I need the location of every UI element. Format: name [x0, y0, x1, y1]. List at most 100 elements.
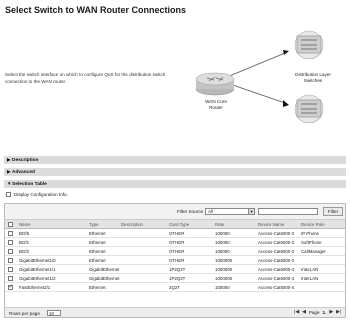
section-advanced-label: Advanced — [12, 170, 35, 175]
filter-source-label: Filter Source — [177, 209, 204, 214]
section-advanced[interactable]: ▶ Advanced — [4, 168, 346, 176]
cell-rate: 100000 — [215, 249, 230, 254]
cell-device-role: SoftPhone — [301, 240, 322, 245]
table-row[interactable]: BGf2 Ethernet OTHER 100000 Access-Cat600… — [5, 247, 345, 256]
cell-device-name: Access-Cat6000-3 — [258, 240, 295, 245]
table-row[interactable]: GigabitEthernet1/0 Ethernet OTHER 100000… — [5, 256, 345, 265]
link-arrow-top — [283, 50, 289, 55]
filter-source-select[interactable]: All ▼ — [205, 208, 255, 215]
network-diagram-svg — [195, 30, 324, 124]
table-row[interactable]: GigabitEthernet1/1 GigabitEthernet 1P2Q2… — [5, 265, 345, 274]
cell-device-role: IP Phone — [301, 231, 319, 236]
cell-rate: 1000000 — [215, 276, 233, 281]
router-label: WAN Core Router — [191, 99, 241, 110]
cell-device-name: Access-Cat6000-3 — [258, 249, 295, 254]
table-row[interactable]: BGf1 Ethernet OTHER 100000 Access-Cat600… — [5, 238, 345, 247]
cell-type: GigabitEthernet — [89, 267, 120, 272]
col-header-card-type[interactable]: Card Type — [169, 222, 189, 227]
rows-per-page-value: 10 — [49, 311, 54, 316]
router-label-line2: Router — [209, 104, 223, 110]
last-page-icon[interactable]: ▶| — [336, 310, 341, 315]
cell-type: Ethernet — [89, 240, 106, 245]
cell-card-type: OTHER — [169, 231, 185, 236]
switch-label: Distribution Layer Switches — [283, 72, 343, 83]
cell-rate: 1000000 — [215, 258, 233, 263]
col-header-rate[interactable]: Rate — [215, 222, 224, 227]
filter-source-value: All — [208, 209, 214, 214]
cell-name: BGf1 — [19, 240, 30, 245]
cell-device-role: InterLAN — [301, 276, 319, 281]
next-page-icon[interactable]: ▶ — [329, 310, 333, 315]
cell-name: FastEthernet2/1 — [19, 285, 51, 290]
network-diagram: WAN Core Router Distribution Layer Switc… — [185, 25, 345, 150]
cell-rate: 100000 — [215, 240, 230, 245]
section-selection-table-label: Selection Table — [12, 182, 47, 187]
cell-device-role: CallManager — [301, 249, 326, 254]
pagination: |◀ ◀ Page 1. ▶ ▶| — [294, 310, 341, 315]
cell-type: Ethernet — [89, 258, 106, 263]
col-header-type[interactable]: Type — [89, 222, 99, 227]
cell-name: BGf5 — [19, 231, 30, 236]
cell-device-name: Access-Cat6000-4 — [258, 285, 295, 290]
cell-card-type: OTHER — [169, 258, 185, 263]
cell-type: Ethernet — [89, 231, 106, 236]
page-title: Select Switch to WAN Router Connections — [5, 5, 187, 15]
page-label: Page — [308, 310, 320, 315]
section-description-label: Description — [12, 158, 39, 163]
cell-device-name: Access-Cat6000-4 — [258, 267, 295, 272]
cell-device-name: Access-Cat6000-3 — [258, 258, 295, 263]
link-arrow-bottom — [283, 100, 289, 107]
router-icon — [195, 72, 235, 96]
cell-rate: 1000000 — [215, 267, 233, 272]
cell-name: GigabitEthernet1/2 — [19, 276, 56, 281]
row-checkbox[interactable] — [8, 240, 13, 245]
selection-table: Filter Source All ▼ Filter Name Type Des… — [4, 203, 346, 318]
row-checkbox[interactable] — [8, 267, 13, 272]
cell-name: GigabitEthernet1/1 — [19, 267, 56, 272]
cell-name: BGf2 — [19, 249, 30, 254]
filter-button[interactable]: Filter — [323, 207, 343, 216]
table-header: Name Type Description Card Type Rate Dev… — [5, 220, 345, 229]
filter-input[interactable] — [258, 208, 318, 215]
rows-per-page-select[interactable]: 10 — [47, 310, 61, 316]
chevron-down-icon: ▼ — [248, 209, 254, 214]
row-checkbox[interactable] — [8, 249, 13, 254]
cell-type: Ethernet — [89, 285, 106, 290]
cell-device-name: Access-Cat6000-4 — [258, 276, 295, 281]
cell-card-type: OTHER — [169, 240, 185, 245]
cell-device-name: Access-Cat6000-3 — [258, 231, 295, 236]
display-config-label: Display Configuration Info. — [14, 192, 68, 197]
rows-per-page-label: Rows per page — [9, 311, 40, 316]
row-checkbox[interactable] — [8, 276, 13, 281]
cell-name: GigabitEthernet1/0 — [19, 258, 56, 263]
cell-type: GigabitEthernet — [89, 276, 120, 281]
link-line-top — [226, 52, 286, 78]
filter-bar: Filter Source All ▼ Filter — [5, 204, 345, 220]
first-page-icon[interactable]: |◀ — [294, 310, 299, 315]
prev-page-icon[interactable]: ◀ — [302, 310, 306, 315]
col-header-device-name[interactable]: Device Name — [258, 222, 284, 227]
select-all-checkbox[interactable] — [8, 222, 13, 227]
cell-rate: 100000 — [215, 285, 230, 290]
cell-card-type: OTHER — [169, 249, 185, 254]
row-checkbox[interactable] — [8, 231, 13, 236]
row-checkbox[interactable] — [8, 258, 13, 263]
section-selection-table[interactable]: ▼Selection Table — [4, 180, 346, 188]
table-row[interactable]: GigabitEthernet1/2 GigabitEthernet 1P2Q2… — [5, 274, 345, 283]
cell-card-type: 1P2Q2T — [169, 276, 186, 281]
row-checkbox-checked[interactable] — [8, 284, 13, 290]
page-description: Select the switch interface on which to … — [5, 72, 166, 84]
col-header-description[interactable]: Description — [121, 222, 143, 227]
switch-icon-bottom — [294, 94, 324, 124]
display-config-option: Display Configuration Info. — [6, 192, 68, 197]
switch-label-line2: Switches — [303, 77, 323, 83]
display-config-checkbox[interactable] — [6, 192, 11, 197]
table-row[interactable]: BGf5 Ethernet OTHER 100000 Access-Cat600… — [5, 229, 345, 238]
col-header-name[interactable]: Name — [19, 222, 31, 227]
cell-rate: 100000 — [215, 231, 230, 236]
cell-card-type: 2Q2T — [169, 285, 180, 290]
section-description[interactable]: ▶ Description — [4, 156, 346, 164]
col-header-device-role[interactable]: Device Role — [301, 222, 325, 227]
table-row[interactable]: FastEthernet2/1 Ethernet 2Q2T 100000 Acc… — [5, 283, 345, 292]
cell-device-role: InterLAN — [301, 267, 319, 272]
